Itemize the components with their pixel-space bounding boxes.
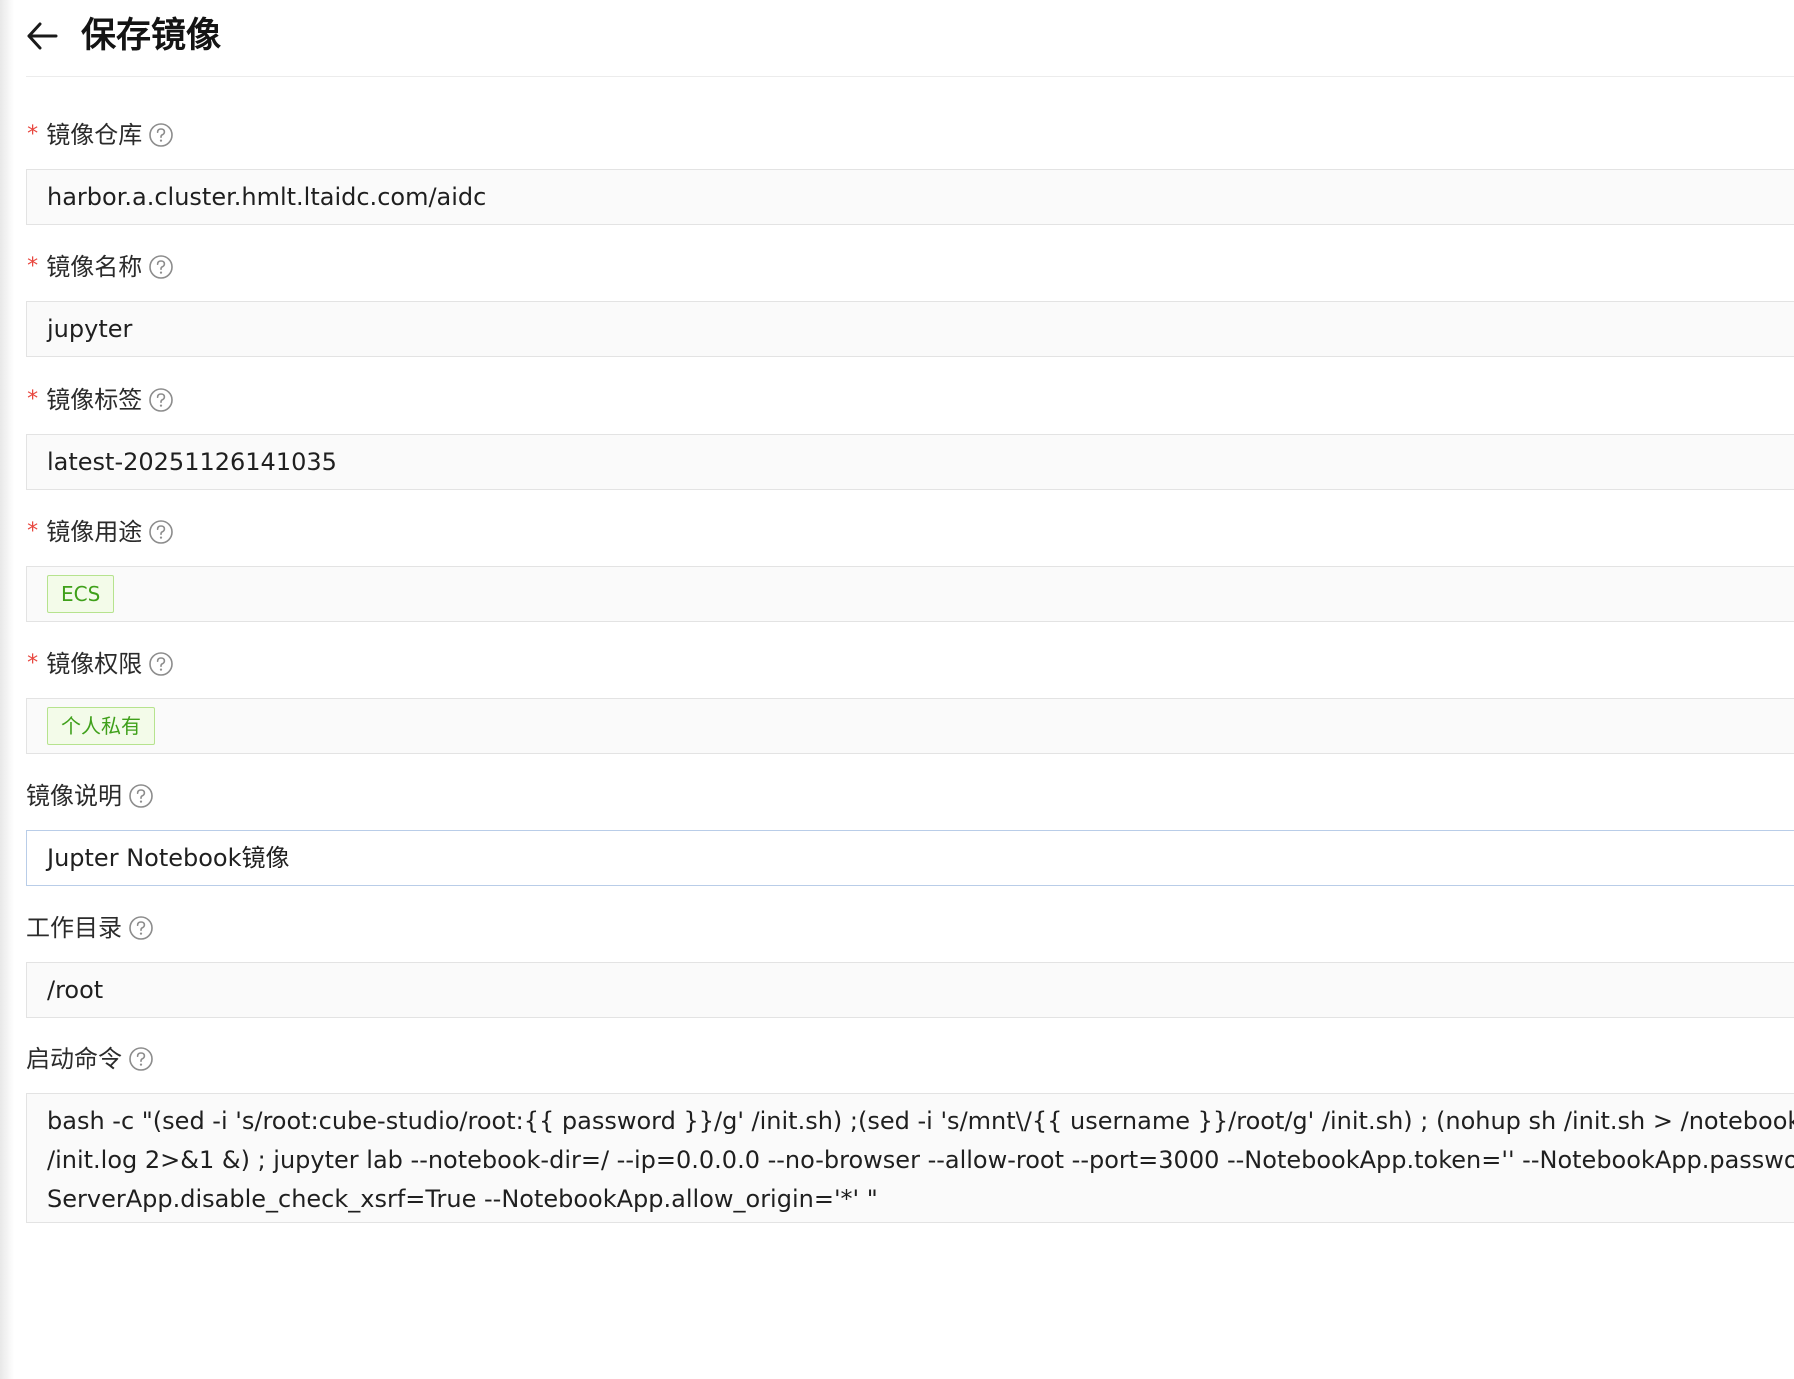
image-usage-tag: ECS: [47, 575, 115, 613]
start-command-label-row: 启动命令: [26, 1041, 1794, 1077]
image-permission-label: 镜像权限: [46, 650, 143, 678]
save-image-page: 保存镜像 * 镜像仓库 harbor.a.cluster.hmlt.ltaidc…: [0, 0, 1794, 1379]
start-command-label: 启动命令: [26, 1045, 122, 1073]
work-dir-input[interactable]: /root: [26, 962, 1794, 1018]
repository-label-row: * 镜像仓库: [26, 117, 1794, 153]
form-item-start-command: 启动命令 bash -c "(sed -i 's/root:cube-studi…: [26, 1041, 1794, 1223]
image-tag-label-row: * 镜像标签: [26, 382, 1794, 418]
form-item-repository: * 镜像仓库 harbor.a.cluster.hmlt.ltaidc.com/…: [26, 117, 1794, 225]
question-circle-icon[interactable]: [128, 1046, 154, 1072]
start-command-textarea[interactable]: bash -c "(sed -i 's/root:cube-studio/roo…: [26, 1093, 1794, 1223]
form-item-image-usage: * 镜像用途 ECS: [26, 514, 1794, 622]
image-name-input[interactable]: jupyter: [26, 301, 1794, 357]
form-item-image-name: * 镜像名称 jupyter: [26, 249, 1794, 357]
start-command-line: ServerApp.disable_check_xsrf=True --Note…: [47, 1185, 878, 1213]
form-item-image-tag: * 镜像标签 latest-20251126141035: [26, 382, 1794, 490]
image-permission-tag: 个人私有: [47, 707, 155, 745]
image-description-label-row: 镜像说明: [26, 778, 1794, 814]
page-title: 保存镜像: [81, 16, 222, 56]
question-circle-icon[interactable]: [148, 254, 174, 280]
required-mark: *: [26, 122, 40, 147]
required-mark: *: [26, 651, 40, 676]
question-circle-icon[interactable]: [128, 915, 154, 941]
work-dir-label-row: 工作目录: [26, 910, 1794, 946]
page-header: 保存镜像: [26, 0, 1794, 77]
back-button[interactable]: [26, 16, 60, 56]
start-command-line: bash -c "(sed -i 's/root:cube-studio/roo…: [47, 1107, 1794, 1135]
question-circle-icon[interactable]: [148, 387, 174, 413]
question-circle-icon[interactable]: [128, 783, 154, 809]
image-usage-label-row: * 镜像用途: [26, 514, 1794, 550]
image-tag-input[interactable]: latest-20251126141035: [26, 434, 1794, 490]
image-tag-label: 镜像标签: [46, 386, 143, 414]
repository-input[interactable]: harbor.a.cluster.hmlt.ltaidc.com/aidc: [26, 169, 1794, 225]
question-circle-icon[interactable]: [148, 122, 174, 148]
required-mark: *: [26, 254, 40, 279]
question-circle-icon[interactable]: [148, 519, 174, 545]
image-description-input[interactable]: Jupter Notebook镜像: [26, 830, 1794, 886]
question-circle-icon[interactable]: [148, 651, 174, 677]
image-usage-select[interactable]: ECS: [26, 566, 1794, 622]
form-item-image-permission: * 镜像权限 个人私有: [26, 646, 1794, 754]
form-item-work-dir: 工作目录 /root: [26, 910, 1794, 1018]
image-description-label: 镜像说明: [26, 782, 122, 810]
form-item-image-description: 镜像说明 Jupter Notebook镜像: [26, 778, 1794, 886]
image-name-label-row: * 镜像名称: [26, 249, 1794, 285]
required-mark: *: [26, 387, 40, 412]
required-mark: *: [26, 519, 40, 544]
arrow-left-icon: [27, 22, 58, 50]
image-usage-label: 镜像用途: [46, 518, 143, 546]
start-command-line: /init.log 2>&1 &) ; jupyter lab --notebo…: [47, 1146, 1794, 1174]
image-permission-label-row: * 镜像权限: [26, 646, 1794, 682]
left-edge-shadow: [0, 0, 14, 1379]
repository-label: 镜像仓库: [46, 121, 143, 149]
image-permission-select[interactable]: 个人私有: [26, 698, 1794, 754]
work-dir-label: 工作目录: [26, 914, 122, 942]
image-name-label: 镜像名称: [46, 253, 143, 281]
